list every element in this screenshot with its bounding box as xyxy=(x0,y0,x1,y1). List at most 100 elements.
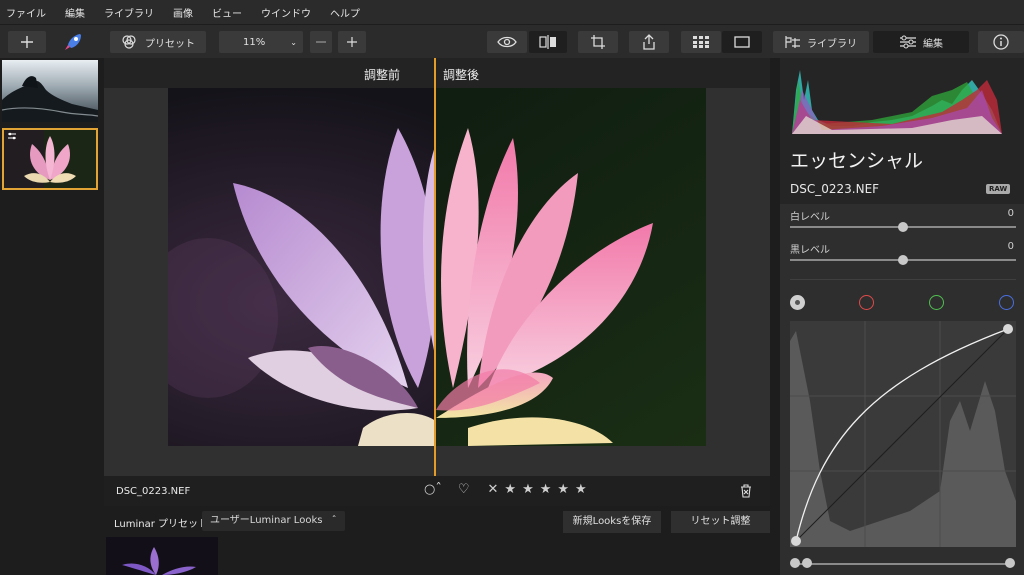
menu-library[interactable]: ライブラリ xyxy=(104,5,154,20)
divider xyxy=(790,279,1016,280)
info-bar: DSC_0223.NEF ○ˆ ♡ ✕ ★ ★ ★ ★ ★ xyxy=(104,476,770,506)
crop-icon xyxy=(591,35,605,49)
menu-file[interactable]: ファイル xyxy=(6,5,46,20)
preset-bar: Luminar プリセット ユーザーLuminar Looks ˆ 新規Look… xyxy=(104,506,770,536)
thumbnail-seascape[interactable] xyxy=(2,60,98,122)
edit-label: 編集 xyxy=(923,38,943,50)
single-view-button[interactable] xyxy=(722,31,762,53)
white-level-value: 0 xyxy=(1007,208,1014,219)
section-title: エッセンシャル xyxy=(790,150,924,172)
adjustments-box: 白レベル 0 黒レベル 0 xyxy=(780,204,1024,575)
red-channel-button[interactable] xyxy=(859,295,874,310)
green-channel-button[interactable] xyxy=(929,295,944,310)
menu-edit[interactable]: 編集 xyxy=(65,5,85,20)
blue-channel-button[interactable] xyxy=(999,295,1014,310)
library-tab[interactable]: ライブラリ xyxy=(773,31,869,53)
thumbnail-lotus[interactable] xyxy=(2,128,98,190)
quick-start-button[interactable] xyxy=(62,31,84,53)
chevron-down-icon: ⌄ xyxy=(290,37,297,47)
preset-thumbnail[interactable] xyxy=(106,537,218,575)
luminance-channel-button[interactable] xyxy=(790,295,805,310)
lotus-thumbnail-image xyxy=(4,130,96,188)
sliders-icon xyxy=(900,35,916,49)
preset-button[interactable]: プリセット xyxy=(110,31,206,53)
menu-bar: ファイル 編集 ライブラリ 画像 ビュー ウインドウ ヘルプ xyxy=(0,0,1024,24)
toolbar: プリセット 11% ⌄ ライブラリ 編集 xyxy=(0,24,1024,58)
menu-image[interactable]: 画像 xyxy=(173,5,193,20)
curve-black-handle[interactable] xyxy=(790,558,800,568)
library-icon xyxy=(785,36,800,48)
histogram xyxy=(792,70,1002,134)
white-level-handle[interactable] xyxy=(898,222,908,232)
color-label-icon[interactable]: ○ˆ xyxy=(424,482,442,497)
raw-badge: RAW xyxy=(986,184,1011,194)
gallery-view-button[interactable] xyxy=(681,31,721,53)
preview-button[interactable] xyxy=(487,31,527,53)
plus-icon xyxy=(347,37,357,47)
share-button[interactable] xyxy=(629,31,669,53)
reset-adjustments-button[interactable]: リセット調整 xyxy=(671,511,770,533)
preset-title: Luminar プリセット xyxy=(114,519,209,530)
zoom-out-button[interactable] xyxy=(310,31,332,53)
star-icon-5[interactable]: ★ xyxy=(575,482,587,497)
menu-window[interactable]: ウインドウ xyxy=(261,5,311,20)
rating-controls: ○ˆ ♡ ✕ ★ ★ ★ ★ ★ xyxy=(424,482,587,497)
minus-icon xyxy=(316,41,326,43)
preset-label: プリセット xyxy=(145,38,195,50)
share-icon xyxy=(643,34,655,50)
trash-icon xyxy=(741,484,751,498)
black-level-label: 黒レベル xyxy=(790,245,830,256)
menu-view[interactable]: ビュー xyxy=(212,5,242,20)
grid-icon xyxy=(693,36,709,48)
rocket-icon xyxy=(65,34,81,50)
zoom-in-button[interactable] xyxy=(338,31,366,53)
star-icon-3[interactable]: ★ xyxy=(540,482,552,497)
seascape-image xyxy=(2,60,98,122)
crop-button[interactable] xyxy=(578,31,618,53)
white-level-label: 白レベル xyxy=(790,212,830,223)
info-icon xyxy=(993,34,1009,50)
preset-thumbnails xyxy=(104,536,770,575)
add-button[interactable] xyxy=(8,31,46,53)
info-button[interactable] xyxy=(978,31,1024,53)
filename-label: DSC_0223.NEF xyxy=(116,486,191,497)
star-icon-2[interactable]: ★ xyxy=(522,482,534,497)
after-label: 調整後 xyxy=(443,68,480,82)
before-after-divider[interactable] xyxy=(434,58,436,476)
preset-category-select[interactable]: ユーザーLuminar Looks ˆ xyxy=(202,511,345,531)
black-level-handle[interactable] xyxy=(898,255,908,265)
reject-icon[interactable]: ✕ xyxy=(488,482,499,497)
star-icon-4[interactable]: ★ xyxy=(557,482,569,497)
curve-mid-handle[interactable] xyxy=(802,558,812,568)
filmstrip xyxy=(0,58,104,575)
tone-curve-graph xyxy=(790,321,1016,547)
preset-lotus-image xyxy=(106,537,218,575)
delete-button[interactable] xyxy=(740,484,752,501)
lotus-photo xyxy=(168,88,706,446)
menu-help[interactable]: ヘルプ xyxy=(330,5,360,20)
split-view-icon xyxy=(539,35,556,49)
channel-selected-dot xyxy=(795,300,800,305)
compare-button[interactable] xyxy=(529,31,567,53)
single-image-icon xyxy=(734,36,750,48)
panel-gutter xyxy=(770,58,780,575)
zoom-select[interactable]: 11% ⌄ xyxy=(219,31,303,53)
heart-icon[interactable]: ♡ xyxy=(458,482,470,497)
viewer-header: 調整前 調整後 xyxy=(104,58,770,88)
edit-panel: エッセンシャル DSC_0223.NEF RAW 白レベル 0 黒レベル 0 xyxy=(780,58,1024,575)
image-viewer[interactable]: 調整前 調整後 xyxy=(104,58,770,476)
save-looks-button[interactable]: 新規Looksを保存 xyxy=(563,511,661,533)
curve-white-handle[interactable] xyxy=(1005,558,1015,568)
edit-tab[interactable]: 編集 xyxy=(873,31,969,53)
lotus-image xyxy=(168,88,706,446)
library-label: ライブラリ xyxy=(807,38,857,50)
preset-category-label: ユーザーLuminar Looks xyxy=(210,515,323,526)
curve-range-slider[interactable] xyxy=(796,563,1008,565)
zoom-value: 11% xyxy=(243,36,266,48)
star-icon-1[interactable]: ★ xyxy=(504,482,516,497)
chevron-up-icon: ˆ xyxy=(331,515,337,526)
black-level-value: 0 xyxy=(1007,241,1014,252)
panel-filename: DSC_0223.NEF xyxy=(790,182,880,196)
tone-curve[interactable] xyxy=(790,321,1016,547)
plus-icon xyxy=(21,36,33,48)
